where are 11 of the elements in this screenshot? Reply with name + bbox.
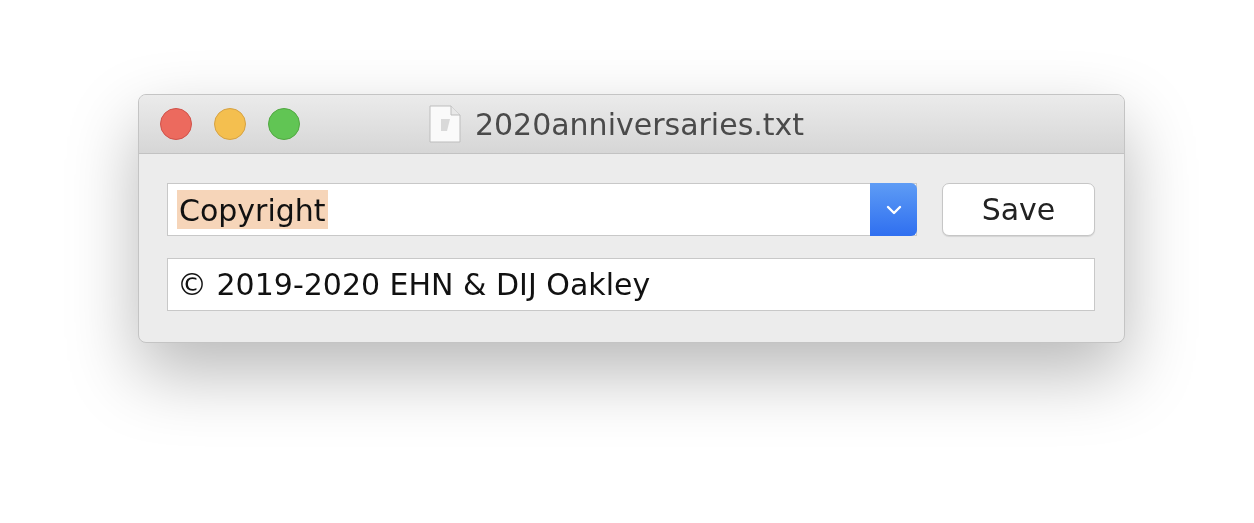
window-title: 2020anniversaries.txt: [474, 106, 805, 142]
minimize-button[interactable]: [214, 108, 246, 140]
close-button[interactable]: [160, 108, 192, 140]
save-button[interactable]: Save: [942, 183, 1095, 236]
combo-value: Copyright: [177, 190, 328, 229]
zoom-button[interactable]: [268, 108, 300, 140]
dropdown-button[interactable]: [870, 183, 917, 236]
chevron-down-icon: [884, 203, 903, 216]
document-icon: [428, 105, 461, 143]
combo-box[interactable]: Copyright: [167, 183, 917, 236]
text-field[interactable]: © 2019-2020 EHN & DIJ Oakley: [167, 258, 1095, 311]
